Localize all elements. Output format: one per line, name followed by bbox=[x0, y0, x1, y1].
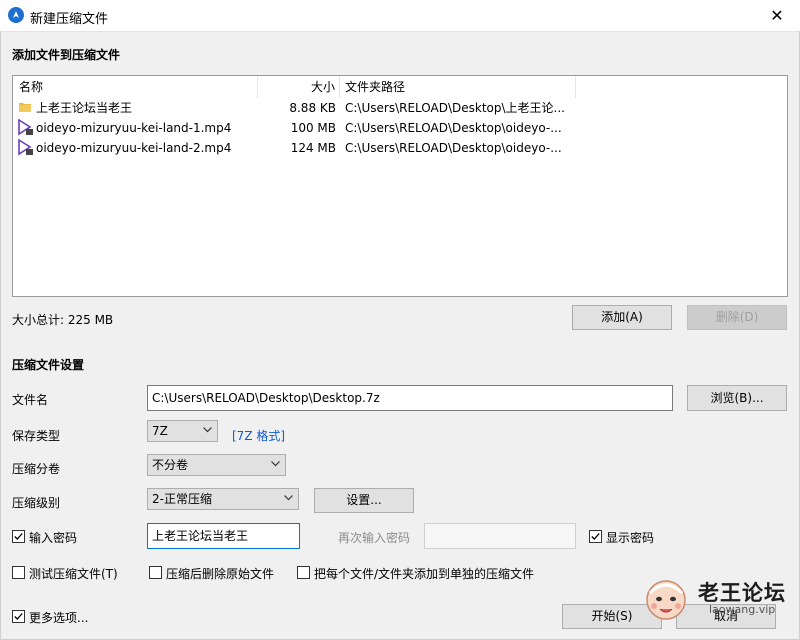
file-path: C:\Users\RELOAD\Desktop\oideyo-... bbox=[345, 121, 562, 135]
file-row[interactable]: oideyo-mizuryuu-kei-land-2.mp4 124 MB C:… bbox=[13, 138, 787, 158]
app-logo-icon bbox=[8, 7, 24, 23]
file-path: C:\Users\RELOAD\Desktop\oideyo-... bbox=[345, 141, 562, 155]
chevron-down-icon bbox=[284, 495, 293, 501]
file-size: 124 MB bbox=[290, 141, 336, 155]
browse-button[interactable]: 浏览(B)... bbox=[687, 385, 787, 411]
password-confirm-label: 再次输入密码 bbox=[338, 531, 411, 545]
password-confirm-input[interactable] bbox=[424, 523, 576, 549]
show-password-checkbox[interactable] bbox=[589, 530, 602, 543]
folder-icon bbox=[18, 100, 32, 120]
filename-input[interactable]: C:\Users\RELOAD\Desktop\Desktop.7z bbox=[147, 385, 673, 411]
more-options-checkbox[interactable] bbox=[12, 610, 25, 623]
test-archive-label: 测试压缩文件(T) bbox=[29, 567, 118, 581]
save-type-value: 7Z bbox=[152, 424, 168, 438]
separate-archives-checkbox[interactable] bbox=[297, 566, 310, 579]
add-files-section-title: 添加文件到压缩文件 bbox=[12, 48, 121, 62]
level-label: 压缩级别 bbox=[12, 496, 61, 510]
file-size: 8.88 KB bbox=[289, 101, 336, 115]
close-icon[interactable]: ✕ bbox=[754, 0, 800, 31]
level-select[interactable]: 2-正常压缩 bbox=[147, 488, 299, 510]
file-path: C:\Users\RELOAD\Desktop\上老王论... bbox=[345, 101, 565, 115]
file-name: oideyo-mizuryuu-kei-land-2.mp4 bbox=[36, 141, 232, 155]
checkmark-icon bbox=[14, 613, 23, 620]
file-row[interactable]: 上老王论坛当老王 8.88 KB C:\Users\RELOAD\Desktop… bbox=[13, 98, 787, 118]
file-list[interactable]: 名称 大小 文件夹路径 上老王论坛当老王 8.88 KB C:\Users\RE… bbox=[12, 75, 788, 297]
password-label: 输入密码 bbox=[29, 531, 78, 545]
checkmark-icon bbox=[14, 533, 23, 540]
volume-value: 不分卷 bbox=[152, 458, 189, 472]
chevron-down-icon bbox=[203, 427, 212, 433]
checkmark-icon bbox=[591, 533, 600, 540]
watermark-url: laowang.vip bbox=[709, 603, 776, 616]
show-password-label: 显示密码 bbox=[606, 531, 655, 545]
title-bar: 新建压缩文件 ✕ bbox=[0, 0, 800, 32]
delete-button[interactable]: 删除(D) bbox=[687, 305, 787, 330]
more-options-label: 更多选项... bbox=[29, 611, 89, 625]
file-name: 上老王论坛当老王 bbox=[36, 101, 133, 115]
separate-archives-label: 把每个文件/文件夹添加到单独的压缩文件 bbox=[314, 567, 535, 581]
volume-label: 压缩分卷 bbox=[12, 462, 61, 476]
video-file-icon bbox=[17, 139, 34, 162]
file-size: 100 MB bbox=[290, 121, 336, 135]
column-header-name[interactable]: 名称 bbox=[13, 76, 258, 98]
level-value: 2-正常压缩 bbox=[152, 492, 212, 506]
delete-after-label: 压缩后删除原始文件 bbox=[166, 567, 275, 581]
filename-label: 文件名 bbox=[12, 393, 49, 407]
file-row[interactable]: oideyo-mizuryuu-kei-land-1.mp4 100 MB C:… bbox=[13, 118, 787, 138]
chevron-down-icon bbox=[271, 461, 280, 467]
password-input[interactable]: 上老王论坛当老王 bbox=[147, 523, 300, 549]
file-name: oideyo-mizuryuu-kei-land-1.mp4 bbox=[36, 121, 232, 135]
watermark-mascot-icon bbox=[642, 575, 690, 623]
password-checkbox[interactable] bbox=[12, 530, 25, 543]
settings-section-title: 压缩文件设置 bbox=[12, 358, 85, 372]
total-size-label: 大小总计: 225 MB bbox=[12, 313, 114, 327]
test-archive-checkbox[interactable] bbox=[12, 566, 25, 579]
save-type-label: 保存类型 bbox=[12, 429, 61, 443]
column-header-path[interactable]: 文件夹路径 bbox=[340, 76, 576, 98]
add-button[interactable]: 添加(A) bbox=[572, 305, 672, 330]
column-header-size[interactable]: 大小 bbox=[258, 76, 340, 98]
format-link[interactable]: [7Z 格式] bbox=[232, 427, 285, 444]
window-title: 新建压缩文件 bbox=[30, 12, 109, 27]
settings-button[interactable]: 设置... bbox=[314, 488, 414, 513]
save-type-select[interactable]: 7Z bbox=[147, 420, 218, 442]
volume-select[interactable]: 不分卷 bbox=[147, 454, 286, 476]
delete-after-checkbox[interactable] bbox=[149, 566, 162, 579]
